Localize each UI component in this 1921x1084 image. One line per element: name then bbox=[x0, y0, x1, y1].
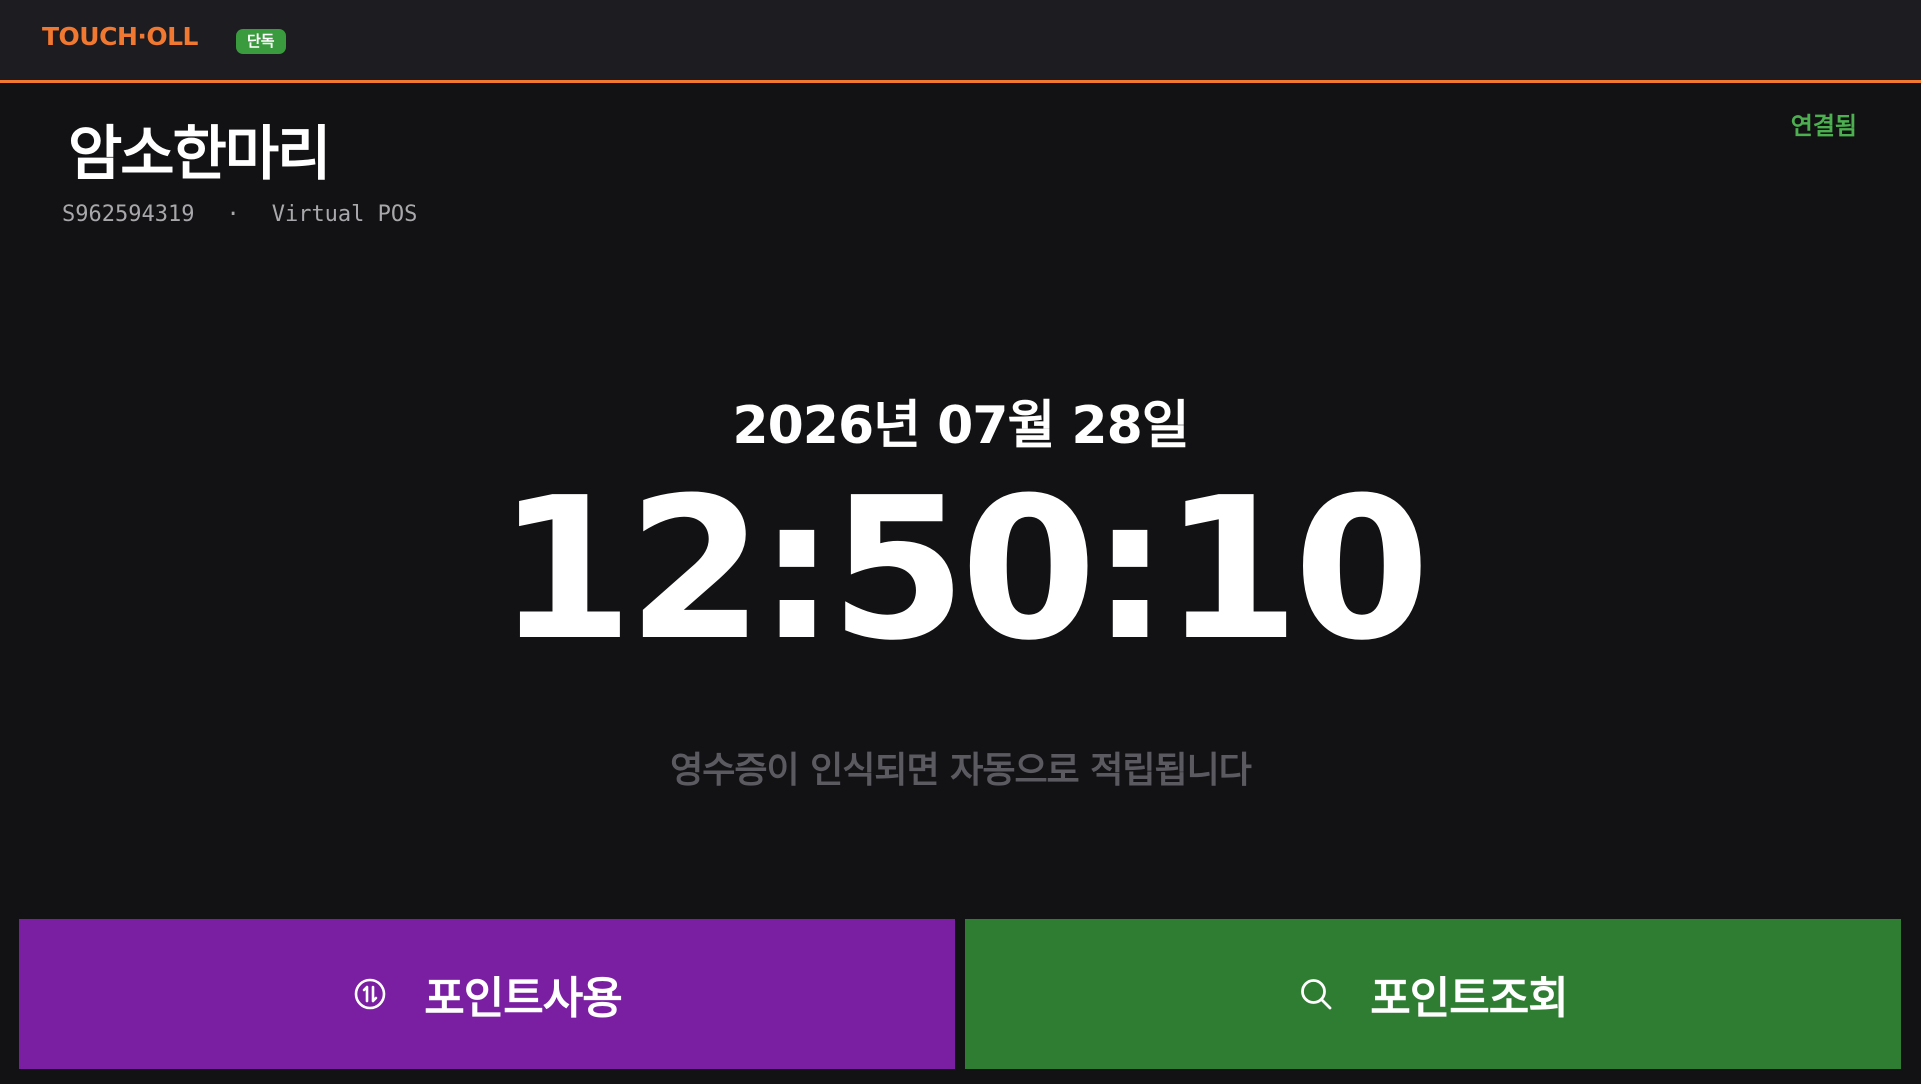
search-icon bbox=[1298, 976, 1334, 1012]
meta-separator: · bbox=[226, 202, 240, 227]
store-id: S962594319 bbox=[62, 202, 195, 227]
current-date: 2026년 07월 28일 bbox=[732, 396, 1189, 456]
use-points-label: 포인트사용 bbox=[424, 973, 622, 1024]
mode-badge: 단독 bbox=[236, 29, 286, 54]
use-points-button[interactable]: 포인트사용 bbox=[19, 919, 955, 1069]
auto-earn-hint: 영수증이 인식되면 자동으로 적립됩니다 bbox=[670, 750, 1252, 791]
connection-status: 연결됨 bbox=[1790, 112, 1857, 140]
check-points-label: 포인트조회 bbox=[1370, 973, 1568, 1024]
top-bar: TOUCH·OLL 단독 bbox=[0, 0, 1921, 83]
brand-logo: TOUCH·OLL bbox=[42, 22, 199, 51]
store-name: 암소한마리 bbox=[68, 119, 331, 188]
points-exchange-icon bbox=[352, 976, 388, 1012]
store-meta: S962594319 · Virtual POS bbox=[62, 202, 417, 227]
current-time: 12:50:10 bbox=[496, 456, 1430, 684]
check-points-button[interactable]: 포인트조회 bbox=[965, 919, 1901, 1069]
pos-type: Virtual POS bbox=[271, 202, 418, 227]
